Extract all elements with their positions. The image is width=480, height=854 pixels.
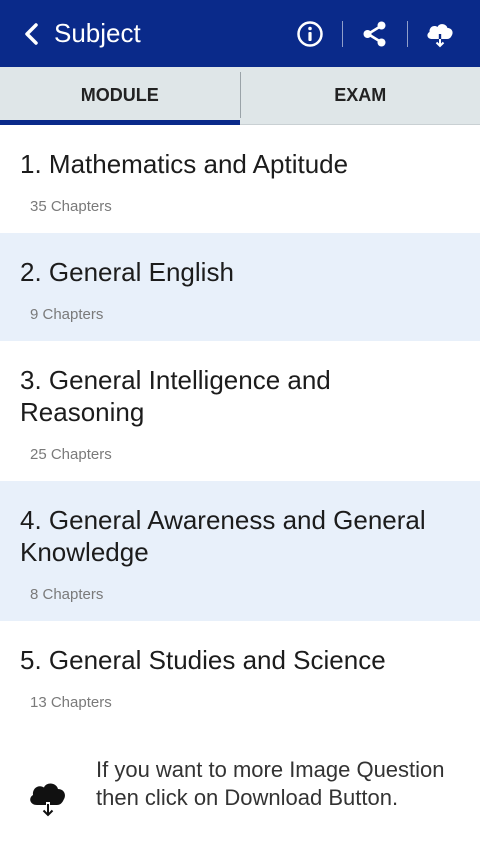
cloud-download-icon <box>427 23 453 47</box>
action-divider <box>342 20 343 47</box>
subject-title: 4. General Awareness and General Knowled… <box>20 505 426 567</box>
subject-title: 1. Mathematics and Aptitude <box>20 149 349 179</box>
download-hint-text: If you want to more Image Question then … <box>96 757 445 810</box>
share-icon <box>363 21 386 46</box>
chapter-count: 25 Chapters <box>30 446 112 463</box>
cloud-download-icon <box>30 783 65 817</box>
download-hint: If you want to more Image Question then … <box>0 754 480 854</box>
back-button[interactable] <box>10 0 54 67</box>
list-item[interactable]: 1. Mathematics and Aptitude 35 Chapters <box>0 125 480 233</box>
footer-download-button[interactable] <box>0 754 96 818</box>
chevron-left-icon <box>25 22 38 45</box>
chapter-count: 35 Chapters <box>30 198 112 215</box>
app-bar-actions <box>288 0 480 67</box>
download-button[interactable] <box>418 12 462 56</box>
page-title: Subject <box>54 18 141 48</box>
tab-exam[interactable]: EXAM <box>241 67 480 124</box>
list-item[interactable]: 5. General Studies and Science 13 Chapte… <box>0 621 480 729</box>
list-item[interactable]: 2. General English 9 Chapters <box>0 233 480 341</box>
app-bar: Subject <box>0 0 480 67</box>
tab-module[interactable]: MODULE <box>0 67 240 125</box>
chapter-count: 8 Chapters <box>30 586 104 603</box>
subject-title: 3. General Intelligence and Reasoning <box>20 365 331 427</box>
list-item[interactable]: 4. General Awareness and General Knowled… <box>0 481 480 621</box>
share-button[interactable] <box>353 12 397 56</box>
tab-bar: MODULE EXAM <box>0 67 480 125</box>
chapter-count: 9 Chapters <box>30 306 104 323</box>
info-button[interactable] <box>288 12 332 56</box>
chapter-count: 13 Chapters <box>30 694 112 711</box>
list-item[interactable]: 3. General Intelligence and Reasoning 25… <box>0 341 480 481</box>
action-divider <box>407 20 408 47</box>
info-icon <box>297 20 323 47</box>
subject-list: 1. Mathematics and Aptitude 35 Chapters … <box>0 125 480 729</box>
subject-title: 5. General Studies and Science <box>20 645 386 675</box>
subject-title: 2. General English <box>20 257 234 287</box>
